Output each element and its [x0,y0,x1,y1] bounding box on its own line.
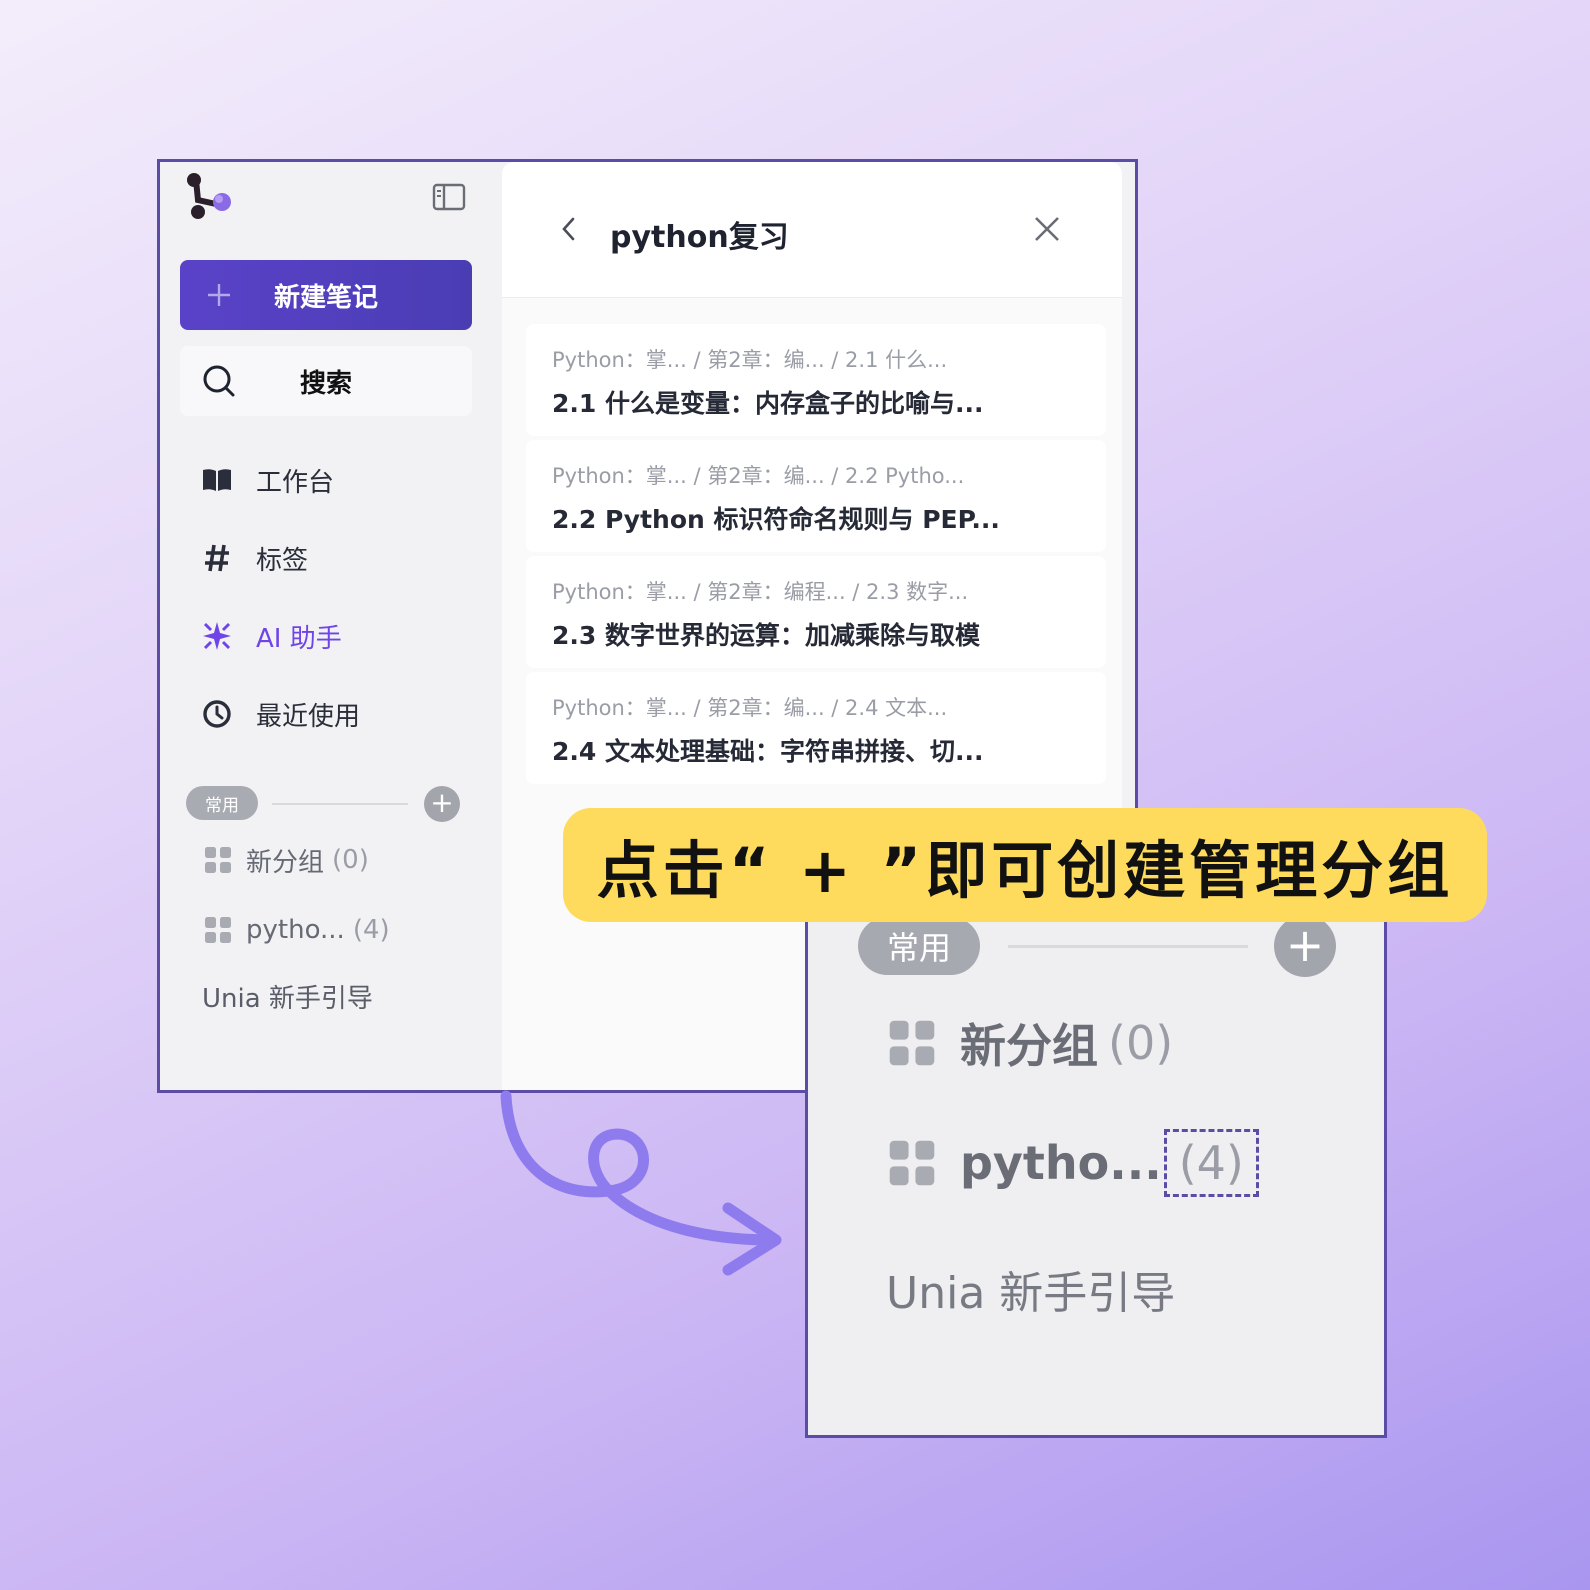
group-item-python[interactable]: pytho... (4) [204,912,390,948]
group-item-new[interactable]: 新分组 (0) [888,1013,1173,1073]
plus-icon [208,284,230,306]
note-breadcrumb: Python：掌... / 第2章：编... / 2.1 什么... [552,348,948,372]
zoomed-group-section: 常用 + 新分组 (0) pytho... (4) Unia 新手引导 [805,890,1387,1438]
list-item[interactable]: Python：掌... / 第2章：编... / 2.2 Pytho... 2.… [526,440,1106,552]
grid-icon [205,847,231,873]
note-title: 2.3 数字世界的运算：加减乘除与取模 [552,621,980,650]
add-group-button[interactable]: + [424,786,460,822]
note-breadcrumb: Python：掌... / 第2章：编... / 2.4 文本... [552,696,948,720]
list-item[interactable]: Python：掌... / 第2章：编程... / 2.3 数字... 2.3 … [526,556,1106,668]
divider [272,803,408,805]
clock-icon [200,697,234,731]
note-title: 2.1 什么是变量：内存盒子的比喻与... [552,389,984,418]
grid-icon [889,1020,935,1066]
hash-icon [200,541,234,575]
sidebar-item-label: 工作台 [256,467,335,498]
sidebar-toggle-icon[interactable] [432,182,466,212]
group-count: (0) [1108,1016,1174,1070]
group-item-new[interactable]: 新分组 (0) [204,842,369,878]
sidebar-item-workspace[interactable]: 工作台 [200,460,334,500]
note-title: 2.4 文本处理基础：字符串拼接、切... [552,737,984,766]
group-name: pytho... [960,1136,1162,1190]
note-breadcrumb: Python：掌... / 第2章：编... / 2.2 Pytho... [552,464,965,488]
sidebar-item-guide[interactable]: Unia 新手引导 [886,1257,1175,1321]
group-pill[interactable]: 常用 [858,917,980,975]
sidebar-item-label: 标签 [256,545,309,576]
sidebar-item-label: 最近使用 [256,701,361,732]
sidebar: 新建笔记 搜索 工作台 标签 AI 助手 最近使用 常用 + 新分组 (0) p… [160,162,506,1090]
grid-icon [889,1140,935,1186]
group-name: 新分组 [246,847,325,878]
sparkle-icon [200,619,234,653]
list-item[interactable]: Python：掌... / 第2章：编... / 2.4 文本... 2.4 文… [526,672,1106,784]
panel-title: python复习 [610,220,789,255]
search-button[interactable]: 搜索 [180,346,472,416]
search-icon [203,365,235,397]
app-logo [187,173,231,219]
sidebar-item-tags[interactable]: 标签 [200,538,308,578]
group-pill[interactable]: 常用 [186,786,258,820]
close-icon[interactable] [1032,214,1062,244]
group-item-python[interactable]: pytho... (4) [888,1129,1259,1197]
new-note-label: 新建笔记 [273,282,378,313]
divider [1008,945,1248,948]
add-group-button[interactable]: + [1274,915,1336,977]
curved-arrow-icon [500,1090,782,1276]
group-name: 新分组 [960,1019,1098,1073]
book-icon [200,463,234,497]
sidebar-item-recent[interactable]: 最近使用 [200,694,360,734]
callout-banner: 点击“ + ”即可创建管理分组 [563,808,1487,922]
group-name: pytho... [246,915,345,945]
note-breadcrumb: Python：掌... / 第2章：编程... / 2.3 数字... [552,580,969,604]
group-count: (0) [332,845,369,875]
new-note-button[interactable]: 新建笔记 [180,260,472,330]
sidebar-item-guide[interactable]: Unia 新手引导 [202,978,373,1015]
panel-header: python复习 [502,162,1122,298]
sidebar-item-ai-assistant[interactable]: AI 助手 [200,616,342,656]
note-title: 2.2 Python 标识符命名规则与 PEP... [552,505,1000,534]
grid-icon [205,917,231,943]
list-item[interactable]: Python：掌... / 第2章：编... / 2.1 什么... 2.1 什… [526,324,1106,436]
sidebar-item-label: AI 助手 [256,623,342,654]
back-icon[interactable] [556,214,582,244]
group-count: (4) [352,915,390,945]
search-label: 搜索 [299,368,352,399]
group-section-header: 常用 + [186,786,466,822]
group-count-highlight: (4) [1163,1129,1259,1197]
